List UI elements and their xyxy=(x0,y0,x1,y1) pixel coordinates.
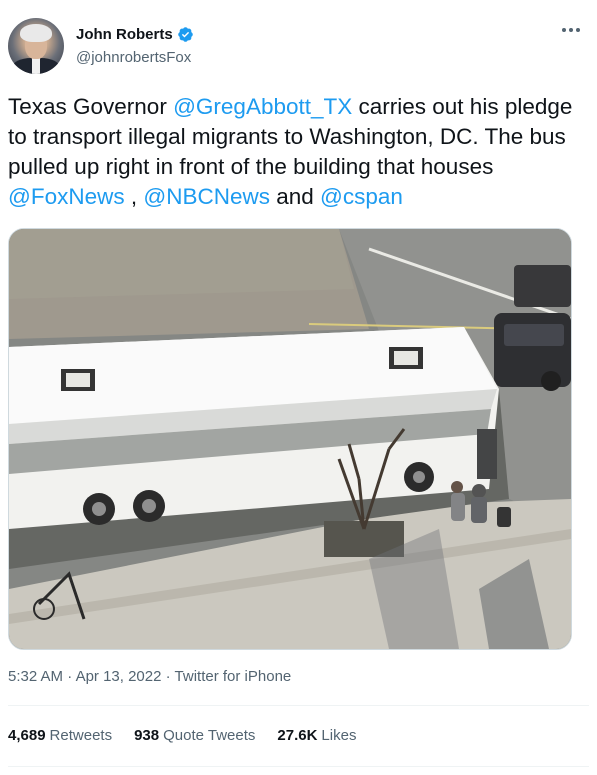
divider xyxy=(8,705,589,706)
tweet-text: Texas Governor @GregAbbott_TX carries ou… xyxy=(8,92,580,212)
author-handle[interactable]: @johnrobertsFox xyxy=(76,49,191,66)
mention-link[interactable]: @FoxNews xyxy=(8,184,125,209)
tweet-header: John Roberts @johnrobertsFox xyxy=(8,14,583,76)
retweets-label: Retweets xyxy=(49,727,113,744)
likes-label: Likes xyxy=(321,727,357,744)
tweet-stats: 4,689 Retweets 938 Quote Tweets 27.6K Likes xyxy=(8,727,356,744)
quote-tweets-label: Quote Tweets xyxy=(163,727,256,744)
likes-count: 27.6K xyxy=(277,727,318,744)
author-name[interactable]: John Roberts xyxy=(76,26,173,43)
retweets-count: 4,689 xyxy=(8,727,46,744)
meta-separator: · xyxy=(67,668,73,685)
tweet-text-segment: and xyxy=(269,184,321,209)
mention-link[interactable]: @GregAbbott_TX xyxy=(173,94,352,119)
tweet-text-segment: , xyxy=(124,184,144,209)
tweet-text-segment: Texas Governor xyxy=(8,94,174,119)
more-horizontal-icon[interactable] xyxy=(559,24,583,40)
mention-link[interactable]: @NBCNews xyxy=(143,184,270,209)
meta-separator: · xyxy=(165,668,171,685)
quote-tweets-count: 938 xyxy=(134,727,160,744)
tweet-time[interactable]: 5:32 AM xyxy=(8,668,63,685)
retweets-stat[interactable]: 4,689 Retweets xyxy=(8,727,112,744)
tweet-source[interactable]: Twitter for iPhone xyxy=(175,668,292,685)
author-name-row[interactable]: John Roberts xyxy=(76,26,194,43)
tweet-photo[interactable] xyxy=(8,228,572,650)
quote-tweets-stat[interactable]: 938 Quote Tweets xyxy=(134,727,255,744)
likes-stat[interactable]: 27.6K Likes xyxy=(277,727,356,744)
tweet-meta: 5:32 AM · Apr 13, 2022 · Twitter for iPh… xyxy=(8,668,291,685)
avatar[interactable] xyxy=(8,18,64,74)
divider xyxy=(8,766,589,767)
bus-photo-illustration xyxy=(9,229,571,649)
tweet-date[interactable]: Apr 13, 2022 xyxy=(76,668,162,685)
verified-badge-icon xyxy=(177,26,194,43)
mention-link[interactable]: @cspan xyxy=(320,184,403,209)
